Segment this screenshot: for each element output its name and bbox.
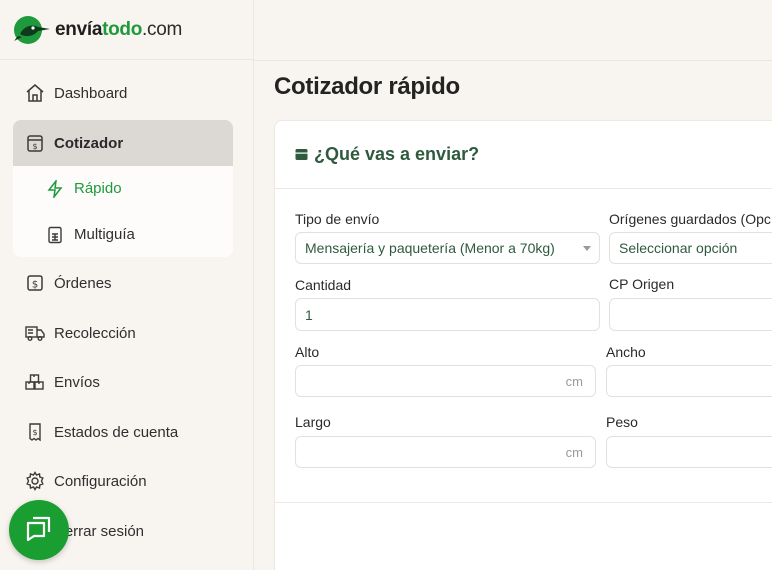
package-icon [295,148,309,162]
peso-input[interactable] [606,436,772,468]
cantidad-value: 1 [305,306,313,323]
alto-label: Alto [295,344,320,360]
brand-name: envíatodo.com [55,18,183,40]
alto-input[interactable]: cm [295,365,596,397]
svg-text:$: $ [32,428,37,437]
sidebar-item-configuracion[interactable]: Configuración [13,458,233,504]
chat-icon [24,513,54,548]
sidebar-subitem-rapido[interactable]: Rápido [13,166,233,211]
largo-unit: cm [565,444,583,460]
sidebar-item-dashboard[interactable]: Dashboard [13,70,233,116]
chevron-down-icon [583,246,591,251]
cp-origen-input[interactable] [609,298,772,331]
cp-origen-label: CP Origen [609,276,675,292]
truck-icon [24,322,46,344]
card-divider [275,502,772,503]
cotizador-submenu: Rápido Multiguía [13,166,233,257]
tipo-envio-select[interactable]: Mensajería y paquetería (Menor a 70kg) [295,232,600,264]
sidebar-subitem-label: Rápido [74,180,122,197]
tipo-envio-value: Mensajería y paquetería (Menor a 70kg) [305,240,555,256]
quote-icon: $ [24,132,46,154]
peso-label: Peso [606,414,638,430]
chat-button[interactable] [9,500,69,560]
sidebar-item-label: Recolección [54,324,136,342]
sidebar: envíatodo.com Dashboard $ Cotizador Rápi… [0,0,254,570]
sidebar-item-label: Dashboard [54,84,128,102]
ancho-label: Ancho [606,344,646,360]
sidebar-item-recoleccion[interactable]: Recolección [13,310,233,356]
sidebar-item-label: Configuración [54,472,147,490]
sidebar-item-label: Órdenes [54,274,112,292]
orders-icon: $ [24,272,46,294]
bolt-icon [45,179,65,199]
gear-icon [24,470,46,492]
sidebar-nav: Dashboard $ Cotizador Rápido Multiguía $… [0,60,253,540]
alto-unit: cm [565,373,583,389]
sidebar-item-envios[interactable]: Envíos [13,359,233,405]
quote-card: ¿Qué vas a enviar? Tipo de envío Mensaje… [274,120,772,570]
largo-input[interactable]: cm [295,436,596,468]
page-title: Cotizador rápido [274,73,460,100]
card-title: ¿Qué vas a enviar? [314,144,480,164]
sidebar-subitem-label: Multiguía [74,226,135,243]
sidebar-item-ordenes[interactable]: $ Órdenes [13,260,233,306]
sidebar-item-label: Cotizador [54,134,124,152]
top-bar [254,0,772,61]
sidebar-item-label: Envíos [54,373,100,391]
sheet-icon [45,225,65,245]
sidebar-subitem-multiguia[interactable]: Multiguía [13,212,233,257]
card-header: ¿Qué vas a enviar? [275,121,772,189]
largo-label: Largo [295,414,331,430]
boxes-icon [24,371,46,393]
tipo-envio-label: Tipo de envío [295,211,380,227]
svg-text:$: $ [32,142,37,151]
sidebar-item-cotizador[interactable]: $ Cotizador [13,120,233,166]
svg-text:$: $ [32,280,38,291]
sidebar-item-estados-de-cuenta[interactable]: $ Estados de cuenta [13,409,233,455]
brand[interactable]: envíatodo.com [0,0,253,60]
home-icon [24,82,46,104]
hummingbird-logo-icon [12,14,52,46]
statement-icon: $ [24,421,46,443]
origenes-select[interactable]: Seleccionar opción [609,232,772,264]
sidebar-item-label: Estados de cuenta [54,423,179,441]
ancho-input[interactable] [606,365,772,397]
cantidad-label: Cantidad [295,277,352,293]
origenes-value: Seleccionar opción [619,240,738,256]
cantidad-input[interactable]: 1 [295,298,600,331]
origenes-label: Orígenes guardados (Opc [609,211,771,227]
